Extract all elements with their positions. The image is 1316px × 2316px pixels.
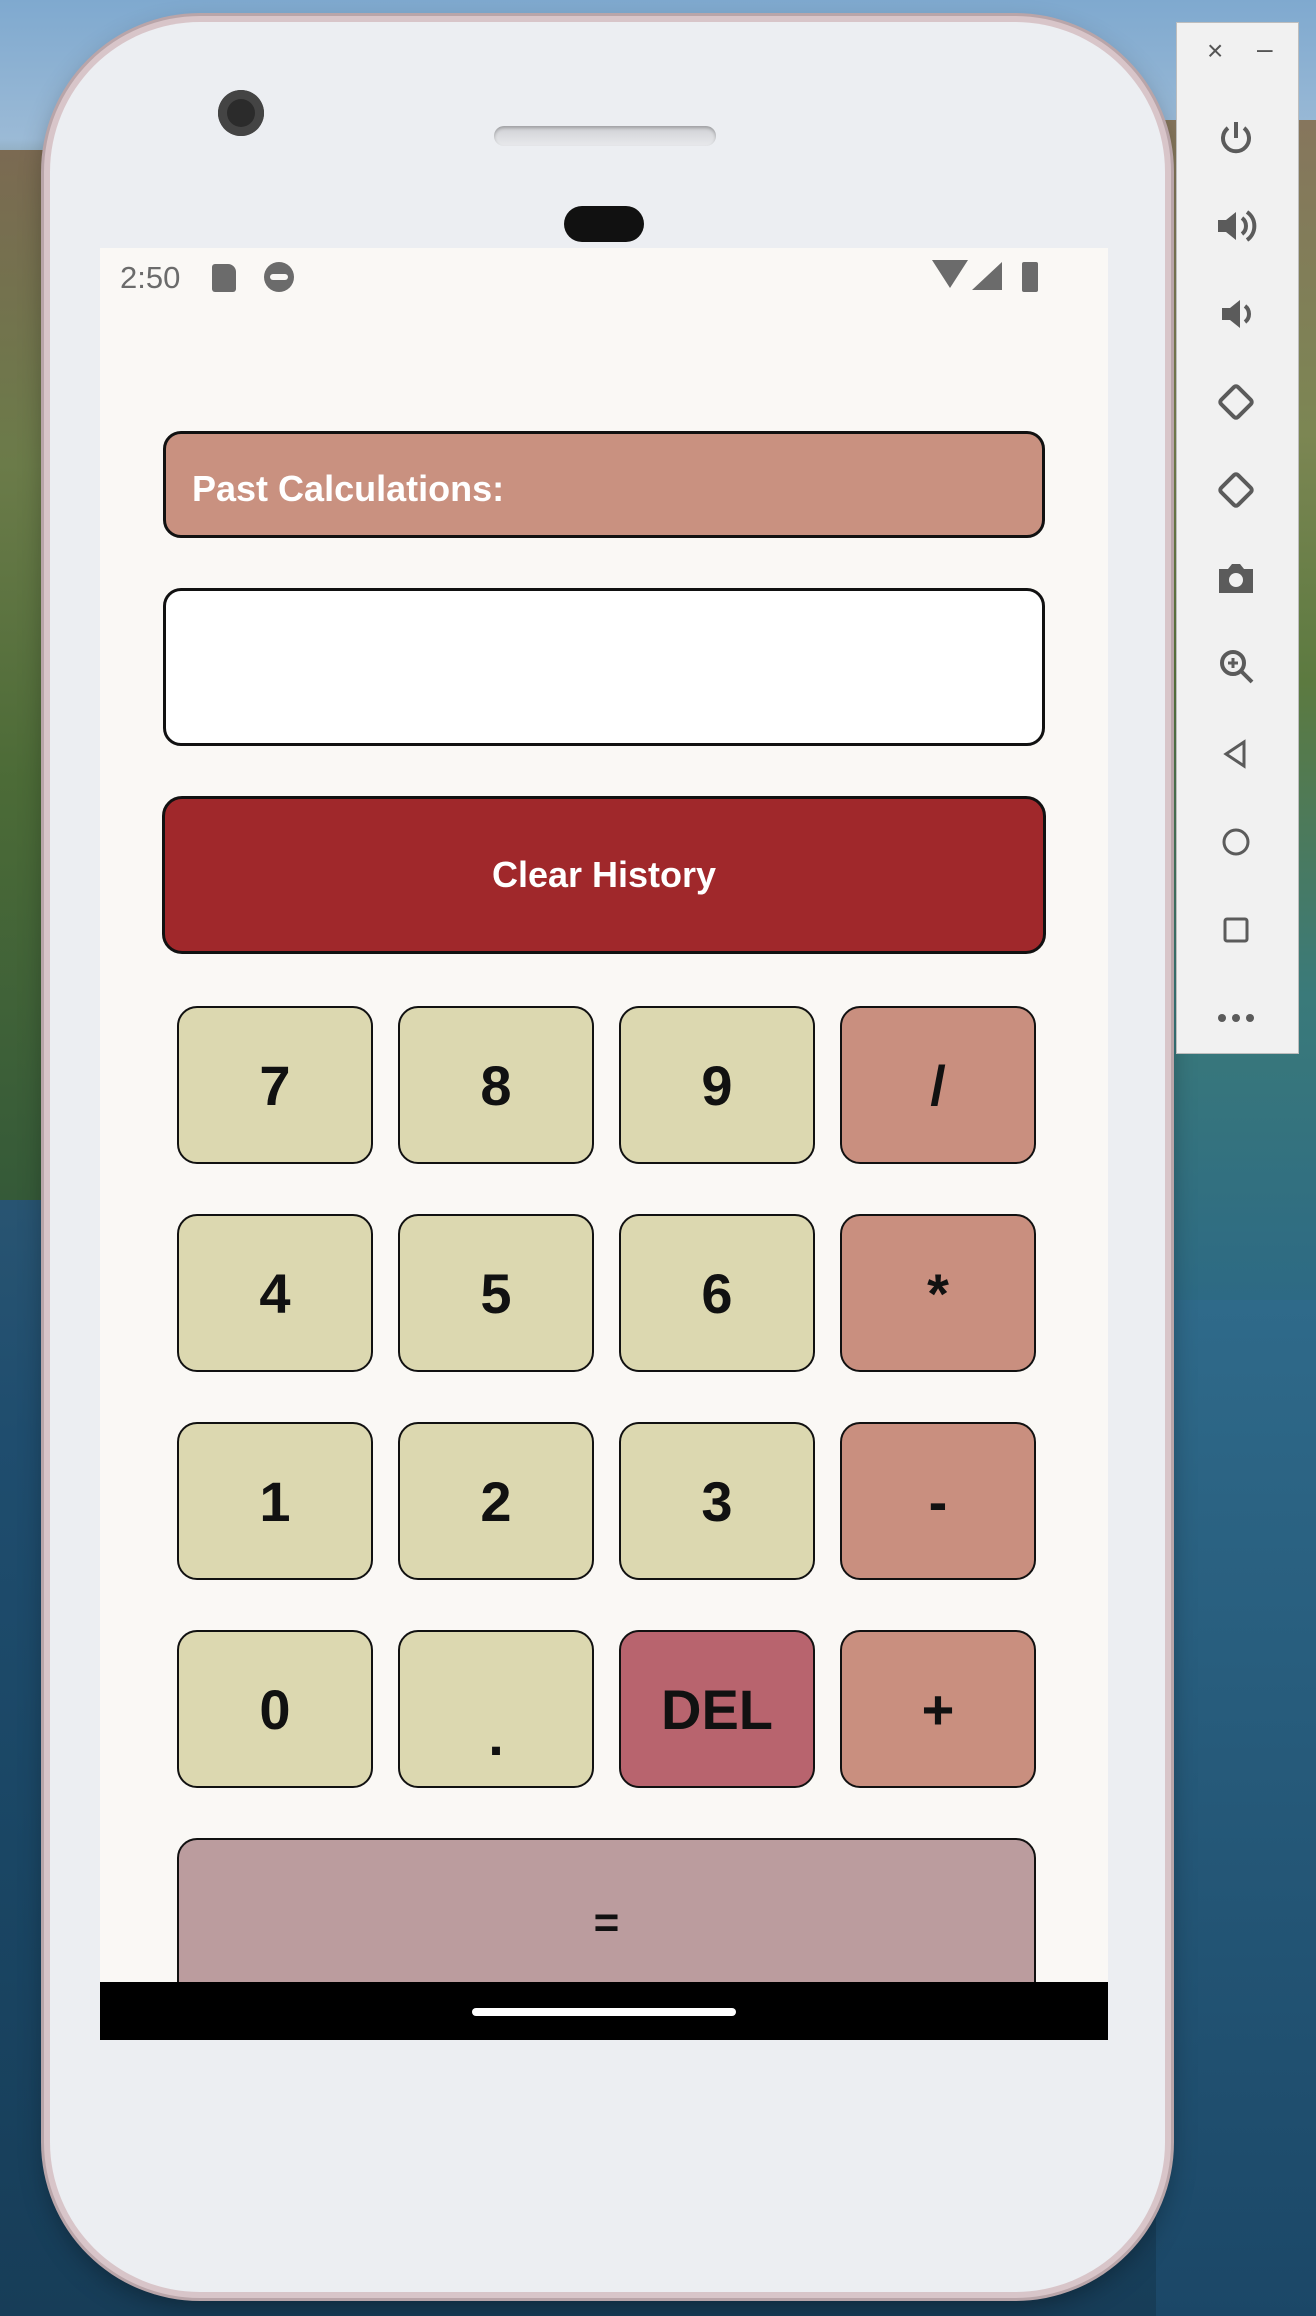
front-camera [218,90,264,136]
volume-down-icon[interactable] [1201,279,1271,349]
past-calculations-label: Past Calculations: [192,468,505,509]
key-0[interactable]: 0 [177,1630,373,1788]
key-5[interactable]: 5 [398,1214,594,1372]
key-divide[interactable]: / [840,1006,1036,1164]
clear-history-button[interactable]: Clear History [162,796,1046,954]
overview-icon[interactable] [1201,895,1271,965]
navigation-bar [100,1982,1108,2040]
key-decimal[interactable]: . [398,1630,594,1788]
camera-icon[interactable] [1201,543,1271,613]
close-icon[interactable]: × [1207,35,1223,67]
sd-card-icon [212,264,236,292]
rotate-left-icon[interactable] [1201,367,1271,437]
more-icon[interactable] [1201,983,1271,1053]
back-icon[interactable] [1201,719,1271,789]
android-debug-icon [264,262,294,292]
key-delete[interactable]: DEL [619,1630,815,1788]
key-plus[interactable]: + [840,1630,1036,1788]
cell-signal-icon [972,262,1002,290]
status-time: 2:50 [120,260,181,295]
key-1[interactable]: 1 [177,1422,373,1580]
desktop-wallpaper-water [1156,1300,1316,2316]
key-6[interactable]: 6 [619,1214,815,1372]
key-2[interactable]: 2 [398,1422,594,1580]
proximity-sensor [564,206,644,242]
key-multiply[interactable]: * [840,1214,1036,1372]
power-icon[interactable] [1201,103,1271,173]
key-3[interactable]: 3 [619,1422,815,1580]
battery-icon [1022,262,1038,292]
earpiece-speaker [494,126,716,146]
home-icon[interactable] [1201,807,1271,877]
history-display [163,588,1045,746]
status-bar: 2:50 [100,248,1108,308]
key-7[interactable]: 7 [177,1006,373,1164]
wifi-icon [932,260,968,288]
key-9[interactable]: 9 [619,1006,815,1164]
key-8[interactable]: 8 [398,1006,594,1164]
emulator-toolbar: × – [1176,22,1299,1054]
rotate-right-icon[interactable] [1201,455,1271,525]
home-gesture-handle[interactable] [472,2008,736,2016]
key-minus[interactable]: - [840,1422,1036,1580]
volume-up-icon[interactable] [1201,191,1271,261]
past-calculations-header: Past Calculations: [163,431,1045,538]
minimize-icon[interactable]: – [1257,33,1273,65]
device-screen: 2:50 Past Calculations: Clear History 7 … [100,248,1108,2040]
key-4[interactable]: 4 [177,1214,373,1372]
zoom-icon[interactable] [1201,631,1271,701]
